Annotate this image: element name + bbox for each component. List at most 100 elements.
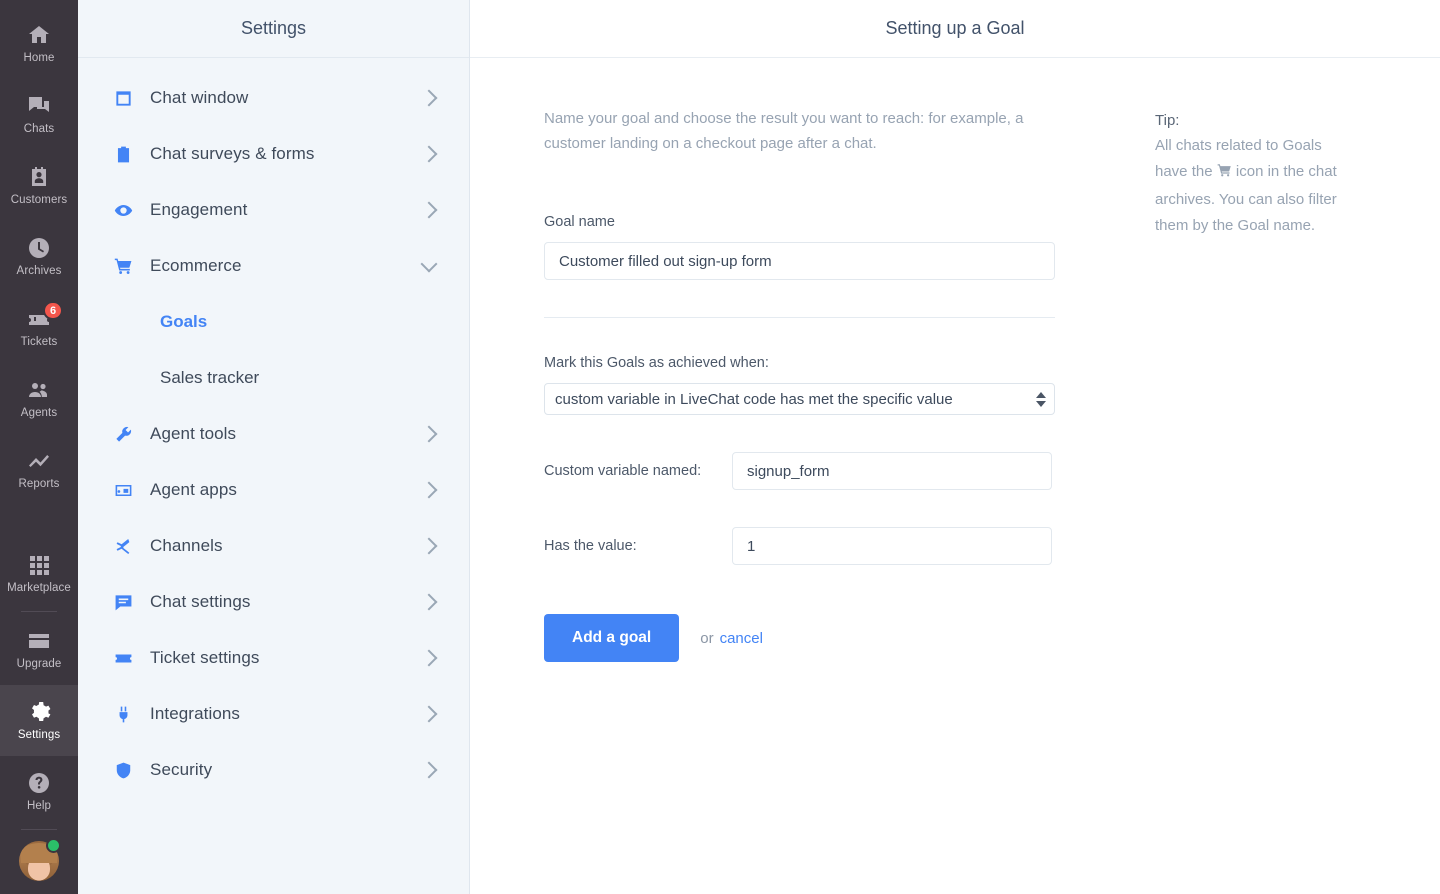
eye-icon [112, 201, 134, 220]
rail-label: Reports [18, 478, 60, 490]
rail-item-marketplace[interactable]: Marketplace [0, 538, 78, 609]
main-title: Setting up a Goal [885, 18, 1025, 38]
achieved-group: Mark this Goals as achieved when: custom… [544, 355, 1055, 415]
rail-item-customers[interactable]: Customers [0, 150, 78, 221]
has-value-group: Has the value: [544, 527, 1055, 565]
has-value-label: Has the value: [544, 538, 637, 554]
rail-label: Settings [17, 729, 61, 741]
gear-icon [27, 700, 51, 724]
rail-label: Marketplace [7, 582, 71, 594]
cancel-link[interactable]: cancel [720, 630, 763, 647]
custom-variable-label: Custom variable named: [544, 463, 702, 479]
sidebar-item-channels[interactable]: Channels [78, 518, 469, 574]
sidebar-item-ecommerce[interactable]: Ecommerce [78, 238, 469, 294]
tip-title: Tip: [1155, 112, 1180, 129]
reports-chart-icon [27, 449, 51, 473]
sidebar-subitem-goals[interactable]: Goals [78, 294, 469, 350]
sidebar-item-label: Agent apps [150, 480, 238, 499]
rail-label: Agents [20, 407, 58, 419]
sidebar-item-integrations[interactable]: Integrations [78, 686, 469, 742]
rail-divider [21, 611, 57, 612]
wrench-icon [112, 425, 134, 444]
sidebar-subitem-label: Sales tracker [160, 368, 260, 387]
sidebar-item-label: Engagement [150, 200, 248, 219]
goal-form: Name your goal and choose the result you… [470, 106, 1055, 662]
ticket-settings-icon [112, 649, 134, 668]
settings-nav-list: Chat window Chat surveys & forms Engagem… [78, 58, 469, 798]
plug-icon [112, 705, 134, 724]
rail-label: Chats [23, 123, 55, 135]
rail-item-home[interactable]: Home [0, 8, 78, 79]
sidebar-item-label: Chat settings [150, 592, 251, 611]
rail-item-tickets[interactable]: 6 Tickets [0, 292, 78, 363]
sidebar-item-security[interactable]: Security [78, 742, 469, 798]
cart-icon [112, 257, 134, 276]
chevron-right-icon [420, 481, 438, 499]
rail-item-chats[interactable]: Chats [0, 79, 78, 150]
rail-item-upgrade[interactable]: Upgrade [0, 614, 78, 685]
chats-icon [27, 94, 51, 118]
achieved-when-select[interactable]: custom variable in LiveChat code has met… [544, 383, 1055, 415]
rail-item-reports[interactable]: Reports [0, 434, 78, 505]
sidebar-item-chat-surveys-forms[interactable]: Chat surveys & forms [78, 126, 469, 182]
custom-variable-group: Custom variable named: [544, 452, 1055, 490]
app-root: Home Chats Customers Archives 6 Tickets … [0, 0, 1440, 894]
has-value-input[interactable] [732, 527, 1052, 565]
page-title: Settings [240, 18, 307, 38]
form-divider [544, 317, 1055, 318]
home-icon [27, 23, 51, 47]
sidebar-subitem-sales-tracker[interactable]: Sales tracker [78, 350, 469, 406]
rail-divider [21, 829, 57, 830]
sidebar-subitem-label: Goals [160, 312, 208, 331]
or-label: or [700, 629, 714, 647]
presence-indicator [46, 838, 61, 853]
main-body: Name your goal and choose the result you… [470, 58, 1440, 662]
sidebar-item-label: Chat window [150, 88, 249, 107]
chevron-right-icon [420, 761, 438, 779]
chevron-right-icon [420, 705, 438, 723]
primary-nav-rail: Home Chats Customers Archives 6 Tickets … [0, 0, 78, 894]
tip-body: All chats related to Goals have the icon… [1155, 133, 1345, 239]
sidebar-item-label: Chat surveys & forms [150, 144, 315, 163]
tickets-badge: 6 [43, 301, 64, 320]
tip-panel: Tip: All chats related to Goals have the… [1055, 106, 1345, 662]
rail-label: Customers [10, 194, 68, 206]
chevron-down-icon [420, 255, 438, 272]
credit-card-icon [27, 629, 51, 653]
sidebar-item-agent-apps[interactable]: Agent apps [78, 462, 469, 518]
custom-variable-input[interactable] [732, 452, 1052, 490]
chat-bubble-icon [112, 593, 134, 612]
goal-name-input[interactable] [544, 242, 1055, 280]
chevron-right-icon [420, 593, 438, 611]
sidebar-item-label: Channels [150, 536, 223, 555]
chevron-right-icon [420, 649, 438, 667]
customers-icon [27, 165, 51, 189]
clipboard-icon [112, 145, 134, 164]
chevron-right-icon [420, 201, 438, 219]
avatar[interactable] [0, 832, 78, 890]
rail-item-settings[interactable]: Settings [0, 685, 78, 756]
rail-item-help[interactable]: Help [0, 756, 78, 827]
agents-icon [27, 378, 51, 402]
sidebar-item-chat-window[interactable]: Chat window [78, 70, 469, 126]
add-goal-button[interactable]: Add a goal [544, 614, 680, 662]
main-content: Setting up a Goal Name your goal and cho… [470, 0, 1440, 894]
main-header: Setting up a Goal [470, 0, 1440, 58]
sidebar-item-ticket-settings[interactable]: Ticket settings [78, 630, 469, 686]
rail-bottom-group: Marketplace Upgrade Settings Help [0, 538, 78, 894]
window-icon [112, 89, 134, 108]
sidebar-item-chat-settings[interactable]: Chat settings [78, 574, 469, 630]
sidebar-item-label: Security [150, 760, 213, 779]
question-circle-icon [27, 771, 51, 795]
rail-item-archives[interactable]: Archives [0, 221, 78, 292]
sidebar-item-agent-tools[interactable]: Agent tools [78, 406, 469, 462]
agent-apps-icon [112, 481, 134, 500]
chevron-right-icon [420, 425, 438, 443]
rail-item-agents[interactable]: Agents [0, 363, 78, 434]
settings-header: Settings [78, 0, 469, 58]
cart-icon [1217, 161, 1232, 187]
intro-text: Name your goal and choose the result you… [544, 110, 1024, 152]
sidebar-item-engagement[interactable]: Engagement [78, 182, 469, 238]
rail-label: Upgrade [16, 658, 62, 670]
rail-label: Tickets [20, 336, 58, 348]
